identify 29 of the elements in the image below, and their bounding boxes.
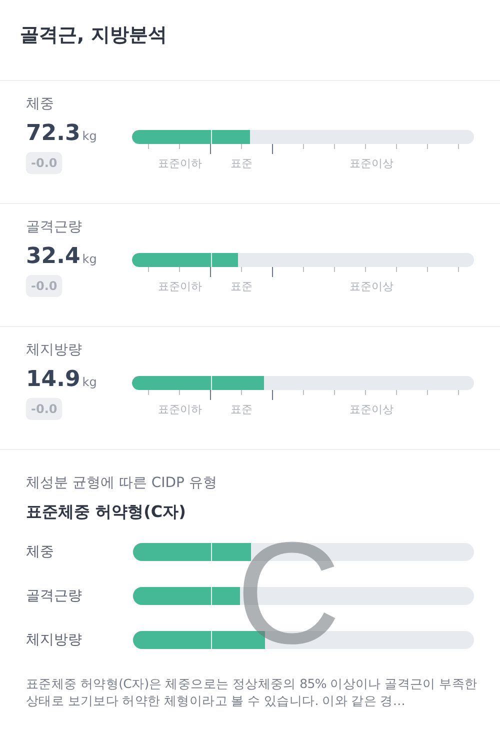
metric-unit: kg <box>82 252 97 266</box>
row-label: 체중 <box>26 543 55 561</box>
scale-label: 표준이상 <box>349 279 394 294</box>
metric-value: 14.9 <box>26 367 80 392</box>
description-text: 표준체중 허약형(C자)은 체중으로는 정상체중의 85% 이상이나 골격근이 부족한 상태로 보기보다 허약한 체형이라고 볼 수 있습니다. 이와 같은 경… <box>26 675 478 709</box>
type-title: 표준체중 허약형(C자) <box>26 502 186 521</box>
metric-value: 72.3 <box>26 121 80 146</box>
metric-name: 골격근량 <box>26 218 83 236</box>
page-title: 골격근, 지방분석 <box>20 24 167 46</box>
scale-label: 표준 <box>230 279 252 294</box>
metric-name: 체지방량 <box>26 341 83 359</box>
scale-label: 표준이상 <box>349 402 394 417</box>
metric-value: 32.4 <box>26 244 80 269</box>
metric-unit: kg <box>82 375 97 389</box>
scale-label: 표준이하 <box>158 156 202 171</box>
scale-label: 표준이하 <box>158 279 202 294</box>
metric-name: 체중 <box>26 95 55 113</box>
change-badge: -0.0 <box>26 152 62 174</box>
metric-unit: kg <box>82 129 97 143</box>
section-subtitle: 체성분 균형에 따른 CIDP 유형 <box>26 475 217 491</box>
row-label: 체지방량 <box>26 631 83 649</box>
scale-label: 표준이하 <box>158 402 202 417</box>
change-badge: -0.0 <box>26 398 62 420</box>
scale-label: 표준이상 <box>349 156 394 171</box>
scale-label: 표준 <box>230 156 252 171</box>
scale-label: 표준 <box>230 402 252 417</box>
shape-letter: C <box>236 521 341 666</box>
change-badge: -0.0 <box>26 275 62 297</box>
row-label: 골격근량 <box>26 587 83 605</box>
